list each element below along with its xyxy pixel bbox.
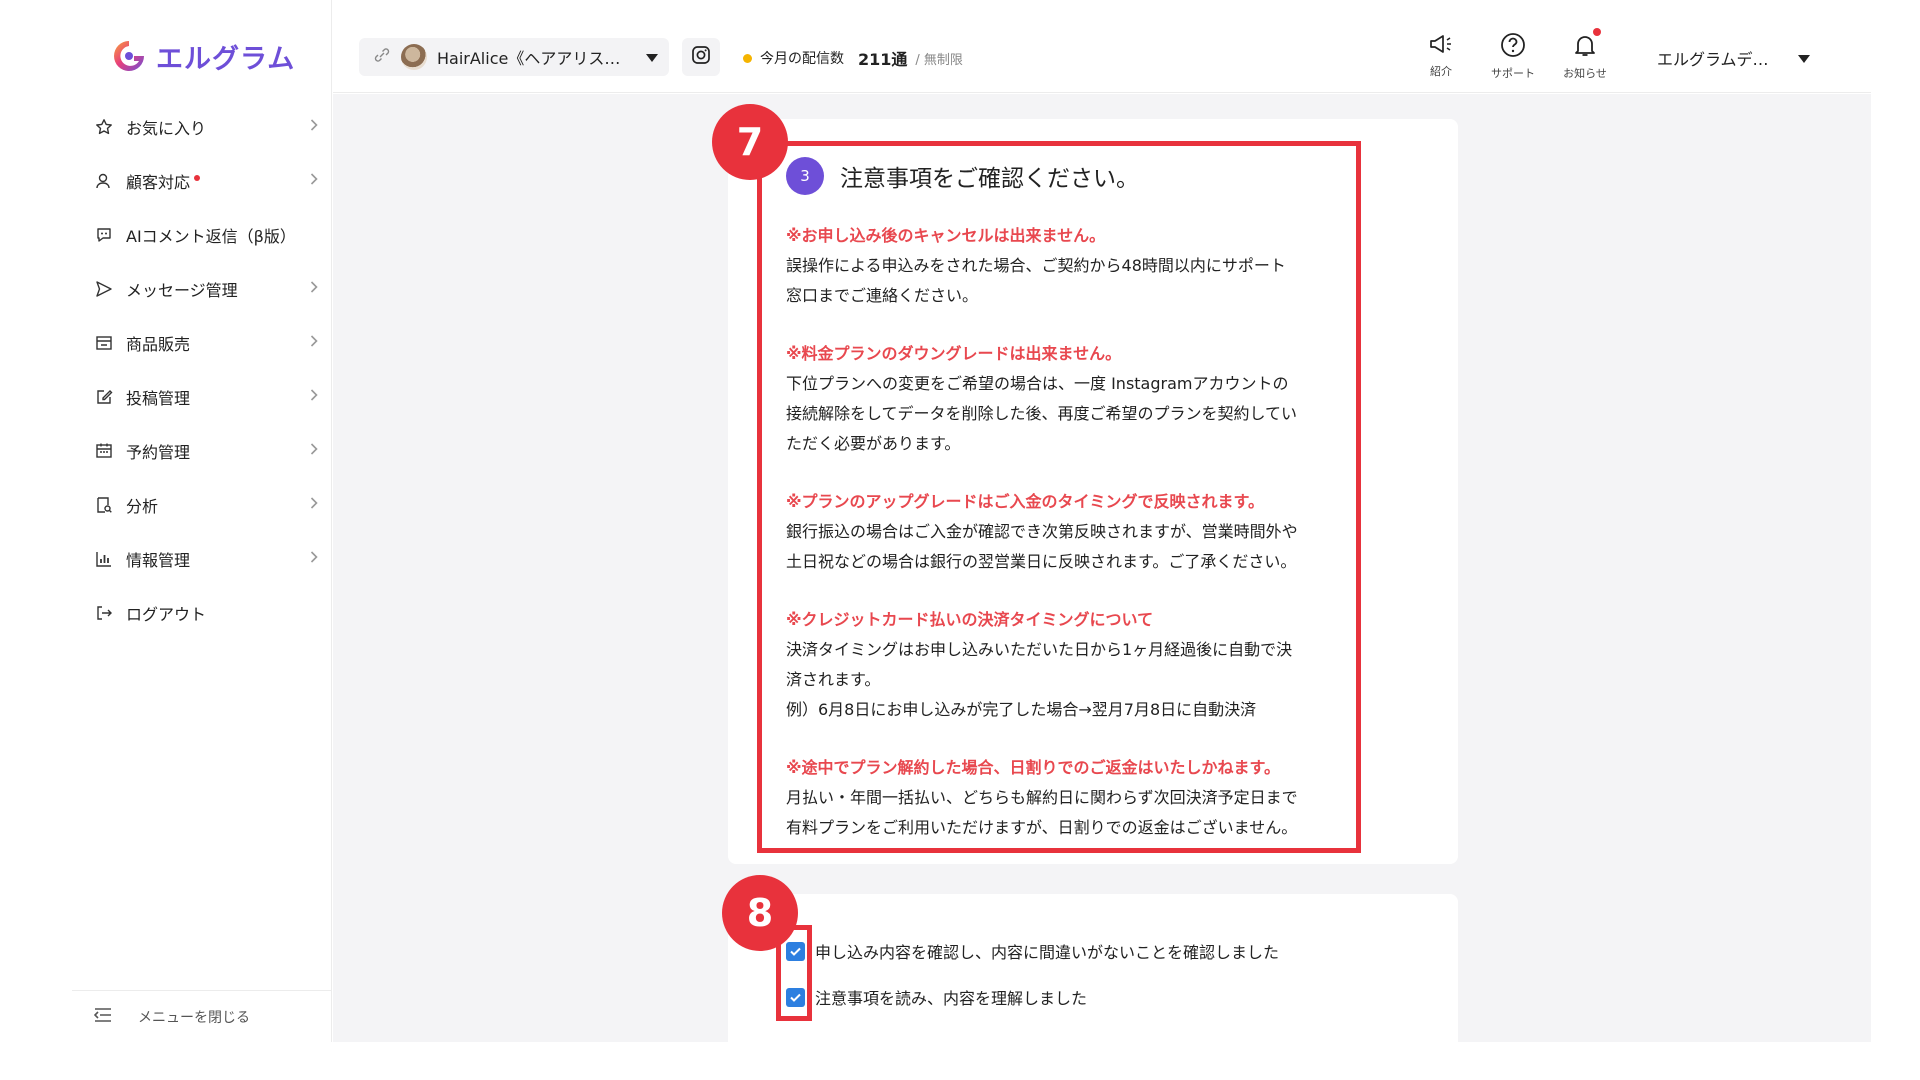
checkbox-label: 注意事項を読み、内容を理解しました <box>815 989 1088 1008</box>
account-name: HairAlice《ヘアアリス… <box>437 49 621 68</box>
intro-label: 紹介 <box>1430 65 1452 78</box>
sidebar-item-label: メッセージ管理 <box>126 281 238 300</box>
link-icon <box>373 46 391 68</box>
account-selector[interactable]: HairAlice《ヘアアリス… <box>359 38 669 76</box>
delivery-limit: / 無制限 <box>915 52 963 68</box>
sidebar-item[interactable]: 予約管理 <box>0 424 332 478</box>
brand-name: エルグラム <box>156 43 296 75</box>
sidebar-nav: お気に入り顧客対応 AIコメント返信（β版） メッセージ管理 商品販売投稿管理予約管理… <box>0 100 332 640</box>
star-icon <box>94 117 114 137</box>
sidebar-item[interactable]: AIコメント返信（β版） <box>0 208 332 262</box>
annotation-badge-7: 7 <box>712 104 788 180</box>
sidebar-item[interactable]: 投稿管理 <box>0 370 332 424</box>
notifications-button[interactable]: お知らせ <box>1555 28 1615 81</box>
delivery-count: 今月の配信数 211通 / 無制限 <box>743 46 963 70</box>
sidebar-item-label: 分析 <box>126 497 159 516</box>
highlight-box-7 <box>757 141 1361 853</box>
collapse-label: メニューを閉じる <box>138 1009 250 1026</box>
notification-dot <box>194 175 201 181</box>
sidebar-item[interactable]: 情報管理 <box>0 532 332 586</box>
chevron-right-icon <box>310 497 318 513</box>
user-name: エルグラムデ… <box>1657 50 1769 69</box>
delivery-count-value: 211通 <box>858 50 908 69</box>
sidebar: エルグラム お気に入り顧客対応 AIコメント返信（β版） メッセージ管理 商品販売投稿… <box>0 0 332 1042</box>
sidebar-item-label: 商品販売 <box>126 335 191 354</box>
brand-logo[interactable]: エルグラム <box>110 36 295 76</box>
sidebar-item[interactable]: メッセージ管理 <box>0 262 332 316</box>
logo-icon <box>110 37 148 75</box>
support-button[interactable]: サポート <box>1483 32 1543 81</box>
instagram-icon <box>691 45 711 69</box>
sidebar-item[interactable]: 商品販売 <box>0 316 332 370</box>
account-avatar <box>401 44 427 70</box>
chevron-right-icon <box>310 443 318 459</box>
bar-chart-icon <box>94 549 114 569</box>
confirm-checkbox-row[interactable]: 注意事項を読み、内容を理解しました <box>786 974 1279 1020</box>
top-header: HairAlice《ヘアアリス… 今月の配信数 211通 / 無制限 紹介 サポ… <box>333 0 1871 93</box>
person-icon <box>94 171 114 191</box>
help-circle-icon <box>1500 32 1526 61</box>
menu-collapse-icon <box>93 1007 112 1027</box>
caret-down-icon <box>645 48 659 67</box>
sidebar-item-label: AIコメント返信（β版） <box>126 227 296 246</box>
store-icon <box>94 333 114 353</box>
ai-chat-icon <box>94 225 114 245</box>
collapse-menu-button[interactable]: メニューを閉じる <box>72 990 332 1042</box>
instagram-button[interactable] <box>682 38 720 76</box>
sidebar-item-label: お気に入り <box>126 119 207 138</box>
sidebar-item[interactable]: ログアウト <box>0 586 332 640</box>
chevron-right-icon <box>310 389 318 405</box>
sidebar-item[interactable]: 分析 <box>0 478 332 532</box>
sidebar-item-label: 顧客対応 <box>126 173 191 192</box>
chevron-right-icon <box>310 173 318 189</box>
sidebar-item-label: 情報管理 <box>126 551 191 570</box>
sidebar-item-label: ログアウト <box>126 605 207 624</box>
analysis-icon <box>94 495 114 515</box>
chevron-right-icon <box>310 335 318 351</box>
calendar-icon <box>94 441 114 461</box>
sidebar-item-label: 予約管理 <box>126 443 191 462</box>
intro-button[interactable]: 紹介 <box>1411 32 1471 79</box>
sidebar-item-label: 投稿管理 <box>126 389 191 408</box>
user-menu[interactable]: エルグラムデ… <box>1657 46 1811 70</box>
bell-icon <box>1572 32 1598 61</box>
support-label: サポート <box>1491 67 1535 80</box>
chevron-right-icon <box>310 551 318 567</box>
checkbox-label: 申し込み内容を確認し、内容に間違いがないことを確認しました <box>815 943 1280 962</box>
chevron-right-icon <box>310 119 318 135</box>
notification-dot <box>1593 28 1601 36</box>
chevron-right-icon <box>310 281 318 297</box>
confirm-checks: 申し込み内容を確認し、内容に間違いがないことを確認しました 注意事項を読み、内容を… <box>786 928 1279 1020</box>
sidebar-item[interactable]: お気に入り <box>0 100 332 154</box>
delivery-label: 今月の配信数 <box>760 51 844 67</box>
confirm-checkbox-row[interactable]: 申し込み内容を確認し、内容に間違いがないことを確認しました <box>786 928 1279 974</box>
sidebar-item[interactable]: 顧客対応 <box>0 154 332 208</box>
caret-down-icon <box>1797 49 1811 68</box>
edit-icon <box>94 387 114 407</box>
status-dot <box>743 53 752 63</box>
megaphone-icon <box>1428 32 1454 59</box>
logout-icon <box>94 603 114 623</box>
notice-label: お知らせ <box>1563 67 1607 80</box>
annotation-badge-8: 8 <box>722 875 798 951</box>
send-icon <box>94 279 114 299</box>
